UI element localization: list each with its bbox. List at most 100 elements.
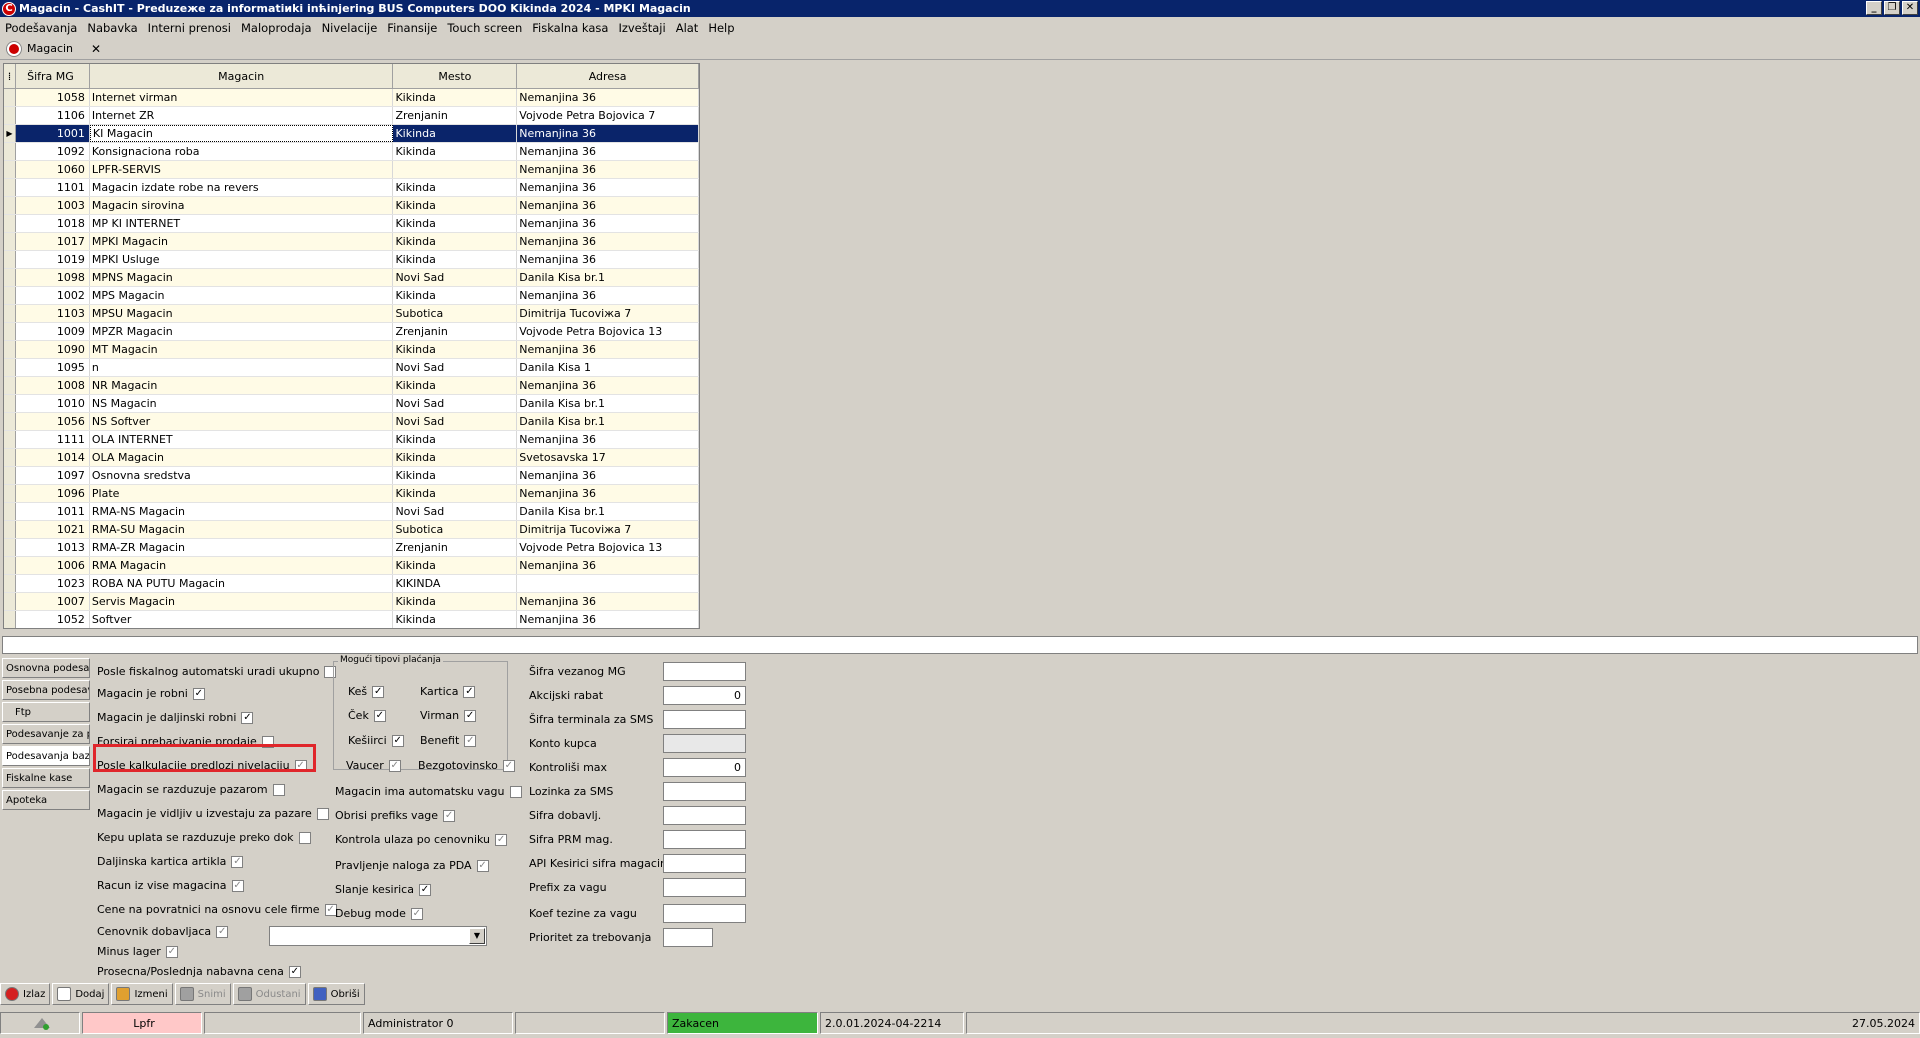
cell-mesto[interactable]: Kikinda [393, 377, 518, 394]
snimi-button[interactable]: Snimi [174, 983, 231, 1005]
cell-adresa[interactable] [517, 575, 699, 592]
row-indicator[interactable] [4, 215, 16, 232]
cell-mesto[interactable]: Kikinda [393, 143, 518, 160]
table-row[interactable]: 1098 MPNS Magacin Novi Sad Danila Kisa br.1 [4, 269, 699, 287]
row-indicator[interactable] [4, 89, 16, 106]
field-input[interactable] [663, 710, 746, 729]
row-indicator[interactable] [4, 575, 16, 592]
cell-mesto[interactable]: Kikinda [393, 233, 518, 250]
chevron-down-icon[interactable]: ▼ [469, 928, 485, 944]
magacin-combobox[interactable]: ▼ [269, 926, 487, 946]
cell-sifra[interactable]: 1058 [15, 89, 90, 106]
payment-option[interactable]: Kešiirci ✓ [348, 734, 404, 747]
cell-magacin[interactable]: KI Magacin [89, 125, 394, 142]
payment-option[interactable]: Kartica ✓ [420, 685, 476, 698]
cell-magacin[interactable]: MT Magacin [89, 341, 394, 358]
cell-mesto[interactable]: Zrenjanin [393, 107, 518, 124]
row-indicator[interactable] [4, 143, 16, 160]
cell-magacin[interactable]: n [89, 359, 394, 376]
cell-magacin[interactable]: Magacin izdate robe na revers [89, 179, 394, 196]
menu-item-4[interactable]: Nivelacije [317, 21, 383, 35]
checkbox[interactable]: ✓ [192, 687, 205, 700]
payment-option[interactable]: Bezgotovinsko ✓ [418, 759, 515, 772]
row-indicator[interactable]: ▶ [4, 125, 16, 142]
close-button[interactable]: ✕ [1902, 1, 1918, 15]
checkbox[interactable]: ✓ [165, 945, 178, 958]
menu-item-0[interactable]: Podešavanja [0, 21, 82, 35]
cell-mesto[interactable]: Zrenjanin [393, 539, 518, 556]
table-row[interactable]: 1095 n Novi Sad Danila Kisa 1 [4, 359, 699, 377]
menu-item-5[interactable]: Finansije [382, 21, 442, 35]
table-row[interactable]: 1103 MPSU Magacin Subotica Dimitrija Tucovi… [4, 305, 699, 323]
checkbox[interactable]: ✓ [476, 859, 489, 872]
table-row[interactable]: 1096 Plate Kikinda Nemanjina 36 [4, 485, 699, 503]
cell-sifra[interactable]: 1098 [15, 269, 90, 286]
cell-magacin[interactable]: Internet ZR [89, 107, 394, 124]
row-indicator[interactable] [4, 611, 16, 628]
cell-magacin[interactable]: NR Magacin [89, 377, 394, 394]
cell-mesto[interactable]: Kikinda [393, 611, 518, 628]
cell-magacin[interactable]: Plate [89, 485, 394, 502]
cell-sifra[interactable]: 1101 [15, 179, 90, 196]
cell-sifra[interactable]: 1019 [15, 251, 90, 268]
cell-magacin[interactable]: Internet virman [89, 89, 394, 106]
row-indicator[interactable] [4, 359, 16, 376]
option-col2[interactable]: Obrisi prefiks vage ✓ [335, 809, 456, 822]
cell-adresa[interactable]: Nemanjina 36 [517, 593, 699, 610]
option-col1[interactable]: Cene na povratnici na osnovu cele firme ✓ [97, 903, 337, 916]
cell-sifra[interactable]: 1097 [15, 467, 90, 484]
cell-adresa[interactable]: Nemanjina 36 [517, 233, 699, 250]
dodaj-button[interactable]: Dodaj [52, 983, 110, 1005]
row-indicator[interactable] [4, 521, 16, 538]
table-row[interactable]: 1007 Servis Magacin Kikinda Nemanjina 36 [4, 593, 699, 611]
cell-adresa[interactable]: Dimitrija Tucoviжa 7 [517, 521, 699, 538]
table-row[interactable]: 1097 Osnovna sredstva Kikinda Nemanjina 36 [4, 467, 699, 485]
cell-magacin[interactable]: Konsignaciona roba [89, 143, 394, 160]
row-indicator[interactable] [4, 233, 16, 250]
row-indicator[interactable] [4, 287, 16, 304]
cell-sifra[interactable]: 1021 [15, 521, 90, 538]
cell-mesto[interactable]: Novi Sad [393, 269, 518, 286]
row-indicator[interactable] [4, 161, 16, 178]
cell-magacin[interactable]: MPZR Magacin [89, 323, 394, 340]
cell-adresa[interactable]: Danila Kisa 1 [517, 359, 699, 376]
table-row[interactable]: 1013 RMA-ZR Magacin Zrenjanin Vojvode Petra… [4, 539, 699, 557]
cell-mesto[interactable]: Kikinda [393, 287, 518, 304]
checkbox[interactable] [298, 831, 311, 844]
odustani-button[interactable]: Odustani [232, 983, 306, 1005]
field-input[interactable] [663, 928, 713, 947]
warehouse-grid[interactable]: ⁞ Šifra MG Magacin Mesto Adresa 1058 Inte… [3, 63, 700, 629]
cell-mesto[interactable]: Kikinda [393, 431, 518, 448]
cell-magacin[interactable]: Softver [89, 611, 394, 628]
cell-adresa[interactable]: Nemanjina 36 [517, 125, 699, 142]
option-col1[interactable]: Magacin se razduzuje pazarom [97, 783, 285, 796]
obrii-button[interactable]: Obriši [307, 983, 365, 1005]
cell-adresa[interactable]: Vojvode Petra Bojovica 7 [517, 107, 699, 124]
cell-sifra[interactable]: 1001 [15, 125, 90, 142]
row-indicator[interactable] [4, 593, 16, 610]
cell-mesto[interactable]: Kikinda [393, 557, 518, 574]
cell-magacin[interactable]: Osnovna sredstva [89, 467, 394, 484]
checkbox[interactable]: ✓ [231, 855, 244, 868]
restore-button[interactable]: ❐ [1884, 1, 1900, 15]
cell-mesto[interactable]: Kikinda [393, 197, 518, 214]
row-indicator[interactable] [4, 485, 16, 502]
cell-magacin[interactable]: MP KI INTERNET [89, 215, 394, 232]
cell-adresa[interactable]: Nemanjina 36 [517, 89, 699, 106]
cell-sifra[interactable]: 1060 [15, 161, 90, 178]
table-row[interactable]: 1019 MPKI Usluge Kikinda Nemanjina 36 [4, 251, 699, 269]
row-indicator[interactable] [4, 539, 16, 556]
payment-option[interactable]: Ček ✓ [348, 709, 386, 722]
side-tab[interactable]: Osnovna podesa... [2, 658, 90, 678]
option-col1[interactable]: Daljinska kartica artikla ✓ [97, 855, 244, 868]
option-col2[interactable]: Kontrola ulaza po cenovniku ✓ [335, 833, 508, 846]
menu-item-6[interactable]: Touch screen [442, 21, 527, 35]
cell-sifra[interactable]: 1056 [15, 413, 90, 430]
option-col2[interactable]: Slanje kesirica ✓ [335, 883, 431, 896]
checkbox[interactable]: ✓ [410, 907, 423, 920]
cell-mesto[interactable]: Zrenjanin [393, 323, 518, 340]
cell-sifra[interactable]: 1008 [15, 377, 90, 394]
table-row[interactable]: 1006 RMA Magacin Kikinda Nemanjina 36 [4, 557, 699, 575]
table-row[interactable]: 1003 Magacin sirovina Kikinda Nemanjina 36 [4, 197, 699, 215]
cell-adresa[interactable]: Vojvode Petra Bojovica 13 [517, 539, 699, 556]
